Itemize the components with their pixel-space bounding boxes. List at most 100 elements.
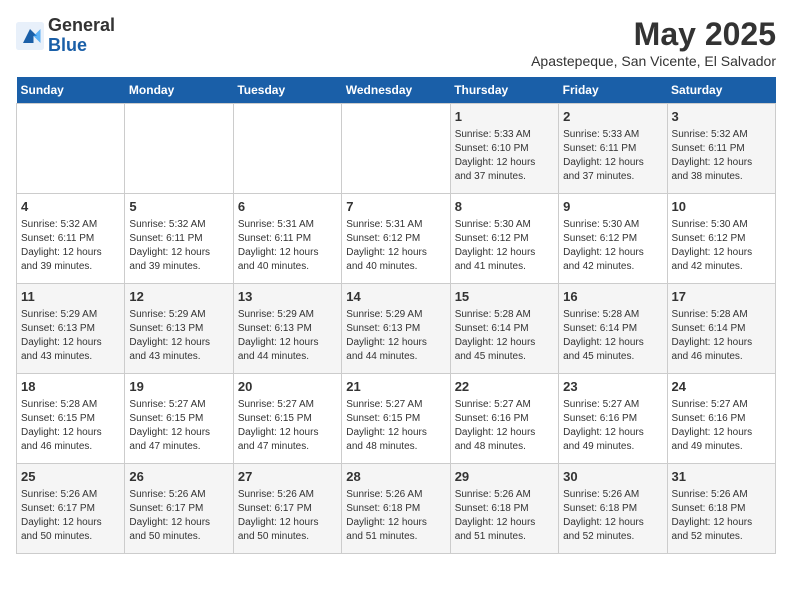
day-info: Sunrise: 5:27 AM Sunset: 6:15 PM Dayligh… bbox=[129, 398, 228, 454]
day-info: Sunrise: 5:28 AM Sunset: 6:14 PM Dayligh… bbox=[672, 308, 771, 364]
day-number: 26 bbox=[129, 468, 228, 486]
day-number: 16 bbox=[563, 288, 662, 306]
calendar-cell: 22 Sunrise: 5:27 AM Sunset: 6:16 PM Dayli… bbox=[450, 374, 558, 464]
day-info: Sunrise: 5:29 AM Sunset: 6:13 PM Dayligh… bbox=[238, 308, 337, 364]
day-info: Sunrise: 5:27 AM Sunset: 6:15 PM Dayligh… bbox=[346, 398, 445, 454]
day-info: Sunrise: 5:26 AM Sunset: 6:18 PM Dayligh… bbox=[672, 488, 771, 544]
day-info: Sunrise: 5:26 AM Sunset: 6:17 PM Dayligh… bbox=[238, 488, 337, 544]
calendar-cell: 21 Sunrise: 5:27 AM Sunset: 6:15 PM Dayli… bbox=[342, 374, 450, 464]
calendar-week-4: 18 Sunrise: 5:28 AM Sunset: 6:15 PM Dayli… bbox=[17, 374, 776, 464]
day-number: 1 bbox=[455, 108, 554, 126]
logo-general-text: General bbox=[48, 15, 115, 35]
calendar-table: SundayMondayTuesdayWednesdayThursdayFrid… bbox=[16, 77, 776, 554]
page-header: General Blue May 2025 Apastepeque, San V… bbox=[16, 16, 776, 69]
day-number: 2 bbox=[563, 108, 662, 126]
calendar-cell: 9 Sunrise: 5:30 AM Sunset: 6:12 PM Daylig… bbox=[559, 194, 667, 284]
calendar-cell: 20 Sunrise: 5:27 AM Sunset: 6:15 PM Dayli… bbox=[233, 374, 341, 464]
location-label: Apastepeque, San Vicente, El Salvador bbox=[531, 53, 776, 69]
day-number: 27 bbox=[238, 468, 337, 486]
day-info: Sunrise: 5:33 AM Sunset: 6:10 PM Dayligh… bbox=[455, 128, 554, 184]
weekday-header-tuesday: Tuesday bbox=[233, 77, 341, 104]
day-number: 22 bbox=[455, 378, 554, 396]
day-number: 21 bbox=[346, 378, 445, 396]
calendar-cell: 11 Sunrise: 5:29 AM Sunset: 6:13 PM Dayli… bbox=[17, 284, 125, 374]
day-number: 14 bbox=[346, 288, 445, 306]
day-info: Sunrise: 5:31 AM Sunset: 6:11 PM Dayligh… bbox=[238, 218, 337, 274]
calendar-week-3: 11 Sunrise: 5:29 AM Sunset: 6:13 PM Dayli… bbox=[17, 284, 776, 374]
calendar-cell: 31 Sunrise: 5:26 AM Sunset: 6:18 PM Dayli… bbox=[667, 464, 775, 554]
calendar-cell: 16 Sunrise: 5:28 AM Sunset: 6:14 PM Dayli… bbox=[559, 284, 667, 374]
day-info: Sunrise: 5:32 AM Sunset: 6:11 PM Dayligh… bbox=[672, 128, 771, 184]
weekday-header-row: SundayMondayTuesdayWednesdayThursdayFrid… bbox=[17, 77, 776, 104]
day-info: Sunrise: 5:30 AM Sunset: 6:12 PM Dayligh… bbox=[672, 218, 771, 274]
calendar-cell: 6 Sunrise: 5:31 AM Sunset: 6:11 PM Daylig… bbox=[233, 194, 341, 284]
weekday-header-monday: Monday bbox=[125, 77, 233, 104]
day-number: 19 bbox=[129, 378, 228, 396]
day-info: Sunrise: 5:26 AM Sunset: 6:18 PM Dayligh… bbox=[346, 488, 445, 544]
day-number: 31 bbox=[672, 468, 771, 486]
calendar-cell: 8 Sunrise: 5:30 AM Sunset: 6:12 PM Daylig… bbox=[450, 194, 558, 284]
calendar-cell bbox=[233, 104, 341, 194]
calendar-cell: 29Sunrise: 5:26 AM Sunset: 6:18 PM Dayli… bbox=[450, 464, 558, 554]
day-info: Sunrise: 5:28 AM Sunset: 6:15 PM Dayligh… bbox=[21, 398, 120, 454]
day-number: 20 bbox=[238, 378, 337, 396]
day-number: 13 bbox=[238, 288, 337, 306]
day-number: 28 bbox=[346, 468, 445, 486]
day-number: 18 bbox=[21, 378, 120, 396]
day-number: 8 bbox=[455, 198, 554, 216]
day-number: 15 bbox=[455, 288, 554, 306]
weekday-header-wednesday: Wednesday bbox=[342, 77, 450, 104]
day-info: Sunrise: 5:26 AM Sunset: 6:18 PM Dayligh… bbox=[563, 488, 662, 544]
day-number: 5 bbox=[129, 198, 228, 216]
weekday-header-sunday: Sunday bbox=[17, 77, 125, 104]
day-info: Sunrise: 5:28 AM Sunset: 6:14 PM Dayligh… bbox=[563, 308, 662, 364]
calendar-cell: 2 Sunrise: 5:33 AM Sunset: 6:11 PM Daylig… bbox=[559, 104, 667, 194]
calendar-cell: 1 Sunrise: 5:33 AM Sunset: 6:10 PM Daylig… bbox=[450, 104, 558, 194]
calendar-cell: 14Sunrise: 5:29 AM Sunset: 6:13 PM Dayli… bbox=[342, 284, 450, 374]
calendar-cell: 15Sunrise: 5:28 AM Sunset: 6:14 PM Dayli… bbox=[450, 284, 558, 374]
logo-blue-text: Blue bbox=[48, 35, 87, 55]
calendar-cell: 24Sunrise: 5:27 AM Sunset: 6:16 PM Dayli… bbox=[667, 374, 775, 464]
month-year-title: May 2025 bbox=[531, 16, 776, 53]
title-block: May 2025 Apastepeque, San Vicente, El Sa… bbox=[531, 16, 776, 69]
calendar-cell: 19 Sunrise: 5:27 AM Sunset: 6:15 PM Dayli… bbox=[125, 374, 233, 464]
calendar-cell: 28 Sunrise: 5:26 AM Sunset: 6:18 PM Dayli… bbox=[342, 464, 450, 554]
day-info: Sunrise: 5:32 AM Sunset: 6:11 PM Dayligh… bbox=[21, 218, 120, 274]
weekday-header-friday: Friday bbox=[559, 77, 667, 104]
day-number: 9 bbox=[563, 198, 662, 216]
weekday-header-thursday: Thursday bbox=[450, 77, 558, 104]
day-info: Sunrise: 5:29 AM Sunset: 6:13 PM Dayligh… bbox=[21, 308, 120, 364]
calendar-cell: 7Sunrise: 5:31 AM Sunset: 6:12 PM Daylig… bbox=[342, 194, 450, 284]
day-info: Sunrise: 5:26 AM Sunset: 6:18 PM Dayligh… bbox=[455, 488, 554, 544]
day-info: Sunrise: 5:27 AM Sunset: 6:16 PM Dayligh… bbox=[563, 398, 662, 454]
weekday-header-saturday: Saturday bbox=[667, 77, 775, 104]
day-info: Sunrise: 5:27 AM Sunset: 6:15 PM Dayligh… bbox=[238, 398, 337, 454]
calendar-cell bbox=[125, 104, 233, 194]
calendar-cell: 10 Sunrise: 5:30 AM Sunset: 6:12 PM Dayli… bbox=[667, 194, 775, 284]
day-info: Sunrise: 5:32 AM Sunset: 6:11 PM Dayligh… bbox=[129, 218, 228, 274]
calendar-cell: 25Sunrise: 5:26 AM Sunset: 6:17 PM Dayli… bbox=[17, 464, 125, 554]
day-info: Sunrise: 5:26 AM Sunset: 6:17 PM Dayligh… bbox=[129, 488, 228, 544]
calendar-cell: 17 Sunrise: 5:28 AM Sunset: 6:14 PM Dayli… bbox=[667, 284, 775, 374]
calendar-cell: 18 Sunrise: 5:28 AM Sunset: 6:15 PM Dayli… bbox=[17, 374, 125, 464]
day-info: Sunrise: 5:33 AM Sunset: 6:11 PM Dayligh… bbox=[563, 128, 662, 184]
day-number: 17 bbox=[672, 288, 771, 306]
calendar-cell: 5 Sunrise: 5:32 AM Sunset: 6:11 PM Daylig… bbox=[125, 194, 233, 284]
day-info: Sunrise: 5:30 AM Sunset: 6:12 PM Dayligh… bbox=[455, 218, 554, 274]
day-number: 6 bbox=[238, 198, 337, 216]
calendar-cell: 23Sunrise: 5:27 AM Sunset: 6:16 PM Dayli… bbox=[559, 374, 667, 464]
day-number: 10 bbox=[672, 198, 771, 216]
day-number: 11 bbox=[21, 288, 120, 306]
day-info: Sunrise: 5:27 AM Sunset: 6:16 PM Dayligh… bbox=[672, 398, 771, 454]
calendar-cell: 26 Sunrise: 5:26 AM Sunset: 6:17 PM Dayli… bbox=[125, 464, 233, 554]
day-info: Sunrise: 5:30 AM Sunset: 6:12 PM Dayligh… bbox=[563, 218, 662, 274]
day-number: 4 bbox=[21, 198, 120, 216]
calendar-cell: 13 Sunrise: 5:29 AM Sunset: 6:13 PM Dayli… bbox=[233, 284, 341, 374]
calendar-cell bbox=[342, 104, 450, 194]
calendar-cell: 30Sunrise: 5:26 AM Sunset: 6:18 PM Dayli… bbox=[559, 464, 667, 554]
calendar-week-1: 1 Sunrise: 5:33 AM Sunset: 6:10 PM Daylig… bbox=[17, 104, 776, 194]
day-number: 12 bbox=[129, 288, 228, 306]
calendar-cell: 4 Sunrise: 5:32 AM Sunset: 6:11 PM Daylig… bbox=[17, 194, 125, 284]
day-info: Sunrise: 5:26 AM Sunset: 6:17 PM Dayligh… bbox=[21, 488, 120, 544]
day-info: Sunrise: 5:27 AM Sunset: 6:16 PM Dayligh… bbox=[455, 398, 554, 454]
